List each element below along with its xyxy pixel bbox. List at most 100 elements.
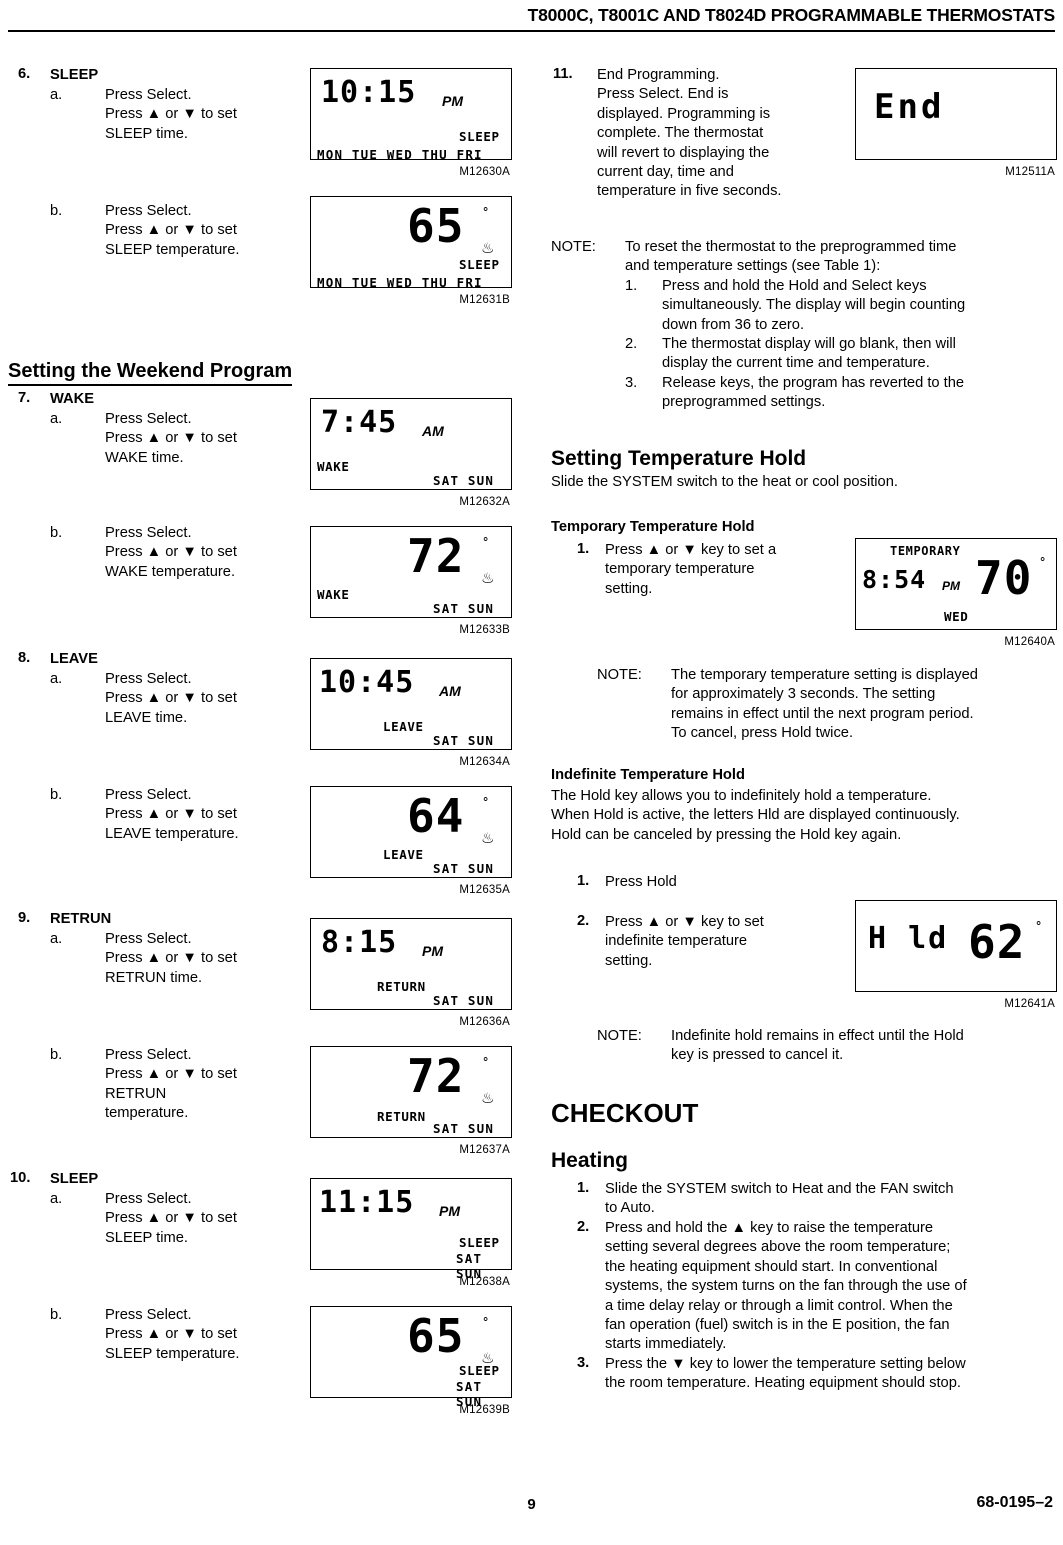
step-7b-text: Press Select. Press ▲ or ▼ to set WAKE t… <box>105 525 237 580</box>
lcd-days: SAT SUN <box>433 993 495 1008</box>
figure-code-m12632a: M12632A <box>459 496 510 508</box>
figure-code-m12638a: M12638A <box>459 1276 510 1288</box>
lcd-days: MON TUE WED THU FRI <box>317 147 483 162</box>
step-7-title: WAKE <box>50 391 95 407</box>
step-7a-label: a. <box>50 411 63 427</box>
temporary-step-number: 1. <box>577 541 590 557</box>
lcd-ampm: PM <box>439 1203 460 1219</box>
checkout-item-3-text: Press the ▼ key to lower the temperature… <box>605 1356 966 1392</box>
step-8b-label: b. <box>50 787 63 803</box>
temporary-note-label: NOTE: <box>597 667 642 683</box>
lcd-time: 11:15 <box>319 1185 415 1220</box>
degree-icon: ⚬ <box>481 534 491 546</box>
lcd-figure-m12631b: 65 ⚬ ♨ SLEEP MON TUE WED THU FRI <box>310 196 512 290</box>
lcd-figure-m12641a: H ld 62 ⚬ <box>855 900 1057 992</box>
checkout-item-1-text: Slide the SYSTEM switch to Heat and the … <box>605 1181 954 1217</box>
temporary-step-text: Press ▲ or ▼ key to set a temporary temp… <box>605 542 777 597</box>
section-hold-text: Slide the SYSTEM switch to the heat or c… <box>551 474 898 490</box>
degree-icon: ⚬ <box>481 204 491 216</box>
document-code: 68-0195–2 <box>976 1494 1053 1511</box>
lcd-days: SAT SUN <box>433 473 495 488</box>
indefinite-note-text: Indefinite hold remains in effect until … <box>671 1028 964 1064</box>
figure-code-m12633b: M12633B <box>459 624 510 636</box>
step-6a-label: a. <box>50 87 63 103</box>
note-reset-item-1-number: 1. <box>625 278 638 294</box>
lcd-figure-m12632a: 7:45 AM WAKE SAT SUN <box>310 398 512 490</box>
lcd-mode: SLEEP <box>459 1363 500 1378</box>
document-page: T8000C, T8001C AND T8024D PROGRAMMABLE T… <box>0 0 1063 1545</box>
figure-code-m12630a: M12630A <box>459 166 510 178</box>
figure-code-m12637a: M12637A <box>459 1144 510 1156</box>
degree-icon: ⚬ <box>1038 554 1048 566</box>
step-6b-text: Press Select. Press ▲ or ▼ to set SLEEP … <box>105 203 240 258</box>
step-9b-text: Press Select. Press ▲ or ▼ to set RETRUN… <box>105 1047 237 1122</box>
degree-icon: ⚬ <box>481 1054 491 1066</box>
figure-code-m12641a: M12641A <box>1004 998 1055 1010</box>
lcd-days: SAT SUN <box>433 1121 495 1136</box>
lcd-temp: 64 <box>407 789 465 843</box>
lcd-figure-m12638a: 11:15 PM SLEEP SAT SUN <box>310 1178 512 1281</box>
lcd-temp: 62 <box>968 915 1026 969</box>
step-6a-text: Press Select. Press ▲ or ▼ to set SLEEP … <box>105 87 237 142</box>
note-reset-item-3-number: 3. <box>625 375 638 391</box>
step-11-text: End Programming. Press Select. End is di… <box>597 67 782 200</box>
checkout-item-2-number: 2. <box>577 1219 590 1235</box>
temporary-note-text: The temporary temperature setting is dis… <box>671 667 978 742</box>
lcd-figure-m12637a: 72 ⚬ ♨ RETURN SAT SUN <box>310 1046 512 1138</box>
lcd-hold-text: H ld <box>868 921 949 956</box>
step-11-number: 11. <box>553 66 573 82</box>
lcd-time: 8:15 <box>321 925 398 960</box>
section-weekend-heading: Setting the Weekend Program <box>8 360 293 386</box>
note-reset-item-3-text: Release keys, the program has reverted t… <box>662 375 965 411</box>
indefinite-step-1-number: 1. <box>577 873 590 889</box>
lcd-mode: RETURN <box>377 1109 426 1124</box>
lcd-figure-m12633b: 72 ⚬ ♨ WAKE SAT SUN <box>310 526 512 618</box>
degree-icon: ⚬ <box>481 1314 491 1326</box>
lcd-temporary-banner: TEMPORARY <box>890 544 961 558</box>
indefinite-hold-heading: Indefinite Temperature Hold <box>551 767 745 783</box>
figure-code-m12511a: M12511A <box>1005 166 1055 178</box>
flame-icon: ♨ <box>481 570 495 587</box>
lcd-mode: WAKE <box>317 587 350 602</box>
degree-icon: ⚬ <box>481 794 491 806</box>
step-10a-text: Press Select. Press ▲ or ▼ to set SLEEP … <box>105 1191 237 1246</box>
step-8-title: LEAVE <box>50 651 98 667</box>
lcd-mode: WAKE <box>317 459 350 474</box>
step-7-number: 7. <box>18 390 31 406</box>
step-10-number: 10. <box>10 1170 31 1186</box>
lcd-mode: SLEEP <box>459 257 500 272</box>
step-7a-text: Press Select. Press ▲ or ▼ to set WAKE t… <box>105 411 237 466</box>
lcd-days: SAT SUN <box>433 861 495 876</box>
figure-code-m12634a: M12634A <box>459 756 510 768</box>
step-8b-text: Press Select. Press ▲ or ▼ to set LEAVE … <box>105 787 239 842</box>
figure-code-m12636a: M12636A <box>459 1016 510 1028</box>
checkout-item-3-number: 3. <box>577 1355 590 1371</box>
indefinite-step-2-text: Press ▲ or ▼ key to set indefinite tempe… <box>605 914 764 969</box>
flame-icon: ♨ <box>481 1090 495 1107</box>
lcd-figure-m12640a: TEMPORARY 8:54 PM 70 ⚬ WED <box>855 538 1057 630</box>
note-reset-label: NOTE: <box>551 239 596 255</box>
lcd-mode: LEAVE <box>383 719 424 734</box>
section-hold-heading: Setting Temperature Hold <box>551 447 807 470</box>
step-10b-label: b. <box>50 1307 63 1323</box>
lcd-temp: 72 <box>407 1049 465 1103</box>
note-reset-text: To reset the thermostat to the preprogra… <box>625 239 957 275</box>
step-10b-text: Press Select. Press ▲ or ▼ to set SLEEP … <box>105 1307 240 1362</box>
lcd-mode: RETURN <box>377 979 426 994</box>
checkout-item-1-number: 1. <box>577 1180 590 1196</box>
note-reset-item-1-text: Press and hold the Hold and Select keys … <box>662 278 966 333</box>
step-10-title: SLEEP <box>50 1171 99 1187</box>
indefinite-step-1-text: Press Hold <box>605 874 677 890</box>
lcd-end-text: End <box>874 87 945 127</box>
indefinite-step-2-number: 2. <box>577 913 590 929</box>
lcd-days: SAT SUN <box>433 733 495 748</box>
lcd-mode: LEAVE <box>383 847 424 862</box>
lcd-figure-m12630a: 10:15 PM SLEEP MON TUE WED THU FRI <box>310 68 512 162</box>
lcd-temp: 70 <box>975 551 1033 605</box>
section-weekend-heading-text: Setting the Weekend Program <box>8 360 293 386</box>
lcd-day: WED <box>944 609 969 624</box>
degree-icon: ⚬ <box>1034 918 1044 930</box>
indefinite-note-label: NOTE: <box>597 1028 642 1044</box>
checkout-heading: CHECKOUT <box>551 1098 699 1128</box>
lcd-figure-m12634a: 10:45 AM LEAVE SAT SUN <box>310 658 512 750</box>
